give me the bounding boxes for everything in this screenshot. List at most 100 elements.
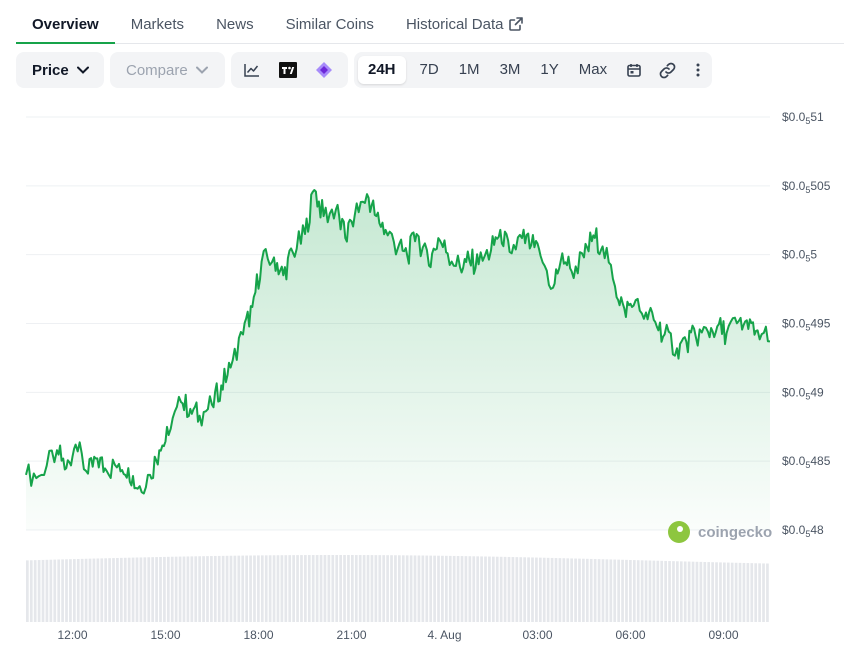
compare-dropdown[interactable]: Compare <box>110 52 225 88</box>
watermark-text: coingecko <box>698 523 773 541</box>
volume-bar <box>327 555 331 622</box>
volume-bar <box>382 555 386 622</box>
volume-bar <box>601 559 605 622</box>
volume-bar <box>194 556 198 622</box>
volume-bar <box>143 557 147 622</box>
candlestick-icon[interactable] <box>306 52 342 88</box>
price-chart[interactable]: $0.0551 $0.05505 $0.055 $0.05495 $0.0549 $0.0… <box>0 100 844 649</box>
volume-bar <box>538 557 542 622</box>
volume-bar <box>582 558 585 622</box>
volume-bar <box>378 555 382 622</box>
volume-bar <box>210 556 213 622</box>
volume-bar <box>617 559 620 622</box>
volume-bar <box>354 555 358 622</box>
tab-similar-coins[interactable]: Similar Coins <box>270 0 390 44</box>
x-tick-label: 18:00 <box>243 628 273 642</box>
volume-bar <box>178 556 182 622</box>
volume-bar <box>476 556 480 622</box>
volume-bar <box>484 556 487 622</box>
volume-bar <box>260 555 264 622</box>
price-dropdown-label: Price <box>32 61 69 79</box>
y-tick-label: $0.05495 <box>782 317 831 333</box>
volume-bar <box>405 555 409 622</box>
volume-bar <box>92 558 96 622</box>
volume-bar <box>37 560 41 622</box>
volume-bar <box>221 555 225 622</box>
volume-bar <box>464 556 468 622</box>
tradingview-icon[interactable] <box>270 52 306 88</box>
volume-bar <box>613 559 617 622</box>
volume-bar <box>206 556 209 622</box>
volume-bar <box>730 562 734 622</box>
volume-bar <box>452 555 456 622</box>
tab-news[interactable]: News <box>200 0 270 44</box>
volume-bar <box>315 555 319 622</box>
price-dropdown[interactable]: Price <box>16 52 104 88</box>
y-tick-label: $0.055 <box>782 248 817 264</box>
volume-bar <box>413 555 417 622</box>
volume-bar <box>343 555 346 622</box>
volume-bar <box>480 556 483 622</box>
volume-bar <box>284 555 288 622</box>
y-axis-labels: $0.0551 $0.05505 $0.055 $0.05495 $0.0549 $0.0… <box>782 110 831 539</box>
tab-overview[interactable]: Overview <box>16 0 115 44</box>
volume-bar <box>734 562 738 622</box>
chevron-down-icon <box>76 66 89 74</box>
volume-bar <box>585 558 589 622</box>
volume-bar <box>139 557 143 622</box>
volume-bar <box>511 557 515 622</box>
volume-bar <box>182 556 186 622</box>
volume-bar <box>249 555 252 622</box>
more-vertical-icon[interactable] <box>684 52 712 88</box>
volume-bar <box>679 561 683 622</box>
tab-markets[interactable]: Markets <box>115 0 200 44</box>
volume-bar <box>648 560 652 622</box>
volume-bar <box>711 562 714 622</box>
volume-bar <box>190 556 194 622</box>
volume-bar <box>695 561 699 622</box>
tab-historical-data[interactable]: Historical Data <box>390 0 540 44</box>
volume-bar <box>652 560 656 622</box>
range-3m[interactable]: 3M <box>490 52 531 88</box>
volume-bar <box>123 557 127 622</box>
volume-bar <box>456 556 460 622</box>
volume-bar <box>762 563 765 622</box>
volume-bar <box>335 555 339 622</box>
volume-bar <box>495 556 499 622</box>
volume-bar <box>656 560 660 622</box>
volume-bar <box>331 555 335 622</box>
volume-bar <box>676 561 679 622</box>
volume-bar <box>276 555 280 622</box>
volume-bar <box>76 558 80 622</box>
volume-bar <box>625 559 628 622</box>
range-1y[interactable]: 1Y <box>530 52 568 88</box>
range-1m[interactable]: 1M <box>449 52 490 88</box>
volume-bar <box>358 555 362 622</box>
coingecko-watermark: coingecko <box>668 521 772 543</box>
link-icon[interactable] <box>651 52 685 88</box>
range-24h[interactable]: 24H <box>358 56 406 84</box>
volume-bars <box>26 555 769 622</box>
volume-bar <box>100 558 104 622</box>
volume-bar <box>241 555 245 622</box>
calendar-icon[interactable] <box>617 52 651 88</box>
line-chart-icon[interactable] <box>234 52 270 88</box>
volume-bar <box>323 555 327 622</box>
range-max[interactable]: Max <box>569 52 617 88</box>
volume-bar <box>339 555 342 622</box>
volume-bar <box>288 555 292 622</box>
range-7d[interactable]: 7D <box>410 52 449 88</box>
volume-bar <box>398 555 401 622</box>
volume-bar <box>386 555 389 622</box>
volume-bar <box>131 557 135 622</box>
compare-dropdown-label: Compare <box>126 61 188 79</box>
volume-bar <box>319 555 323 622</box>
volume-bar <box>41 559 45 622</box>
y-tick-label: $0.0548 <box>782 523 824 539</box>
volume-bar <box>738 562 742 622</box>
volume-bar <box>366 555 370 622</box>
volume-bar <box>531 557 534 622</box>
y-tick-label: $0.0549 <box>782 385 824 401</box>
x-tick-label: 06:00 <box>615 628 645 642</box>
volume-bar <box>401 555 405 622</box>
